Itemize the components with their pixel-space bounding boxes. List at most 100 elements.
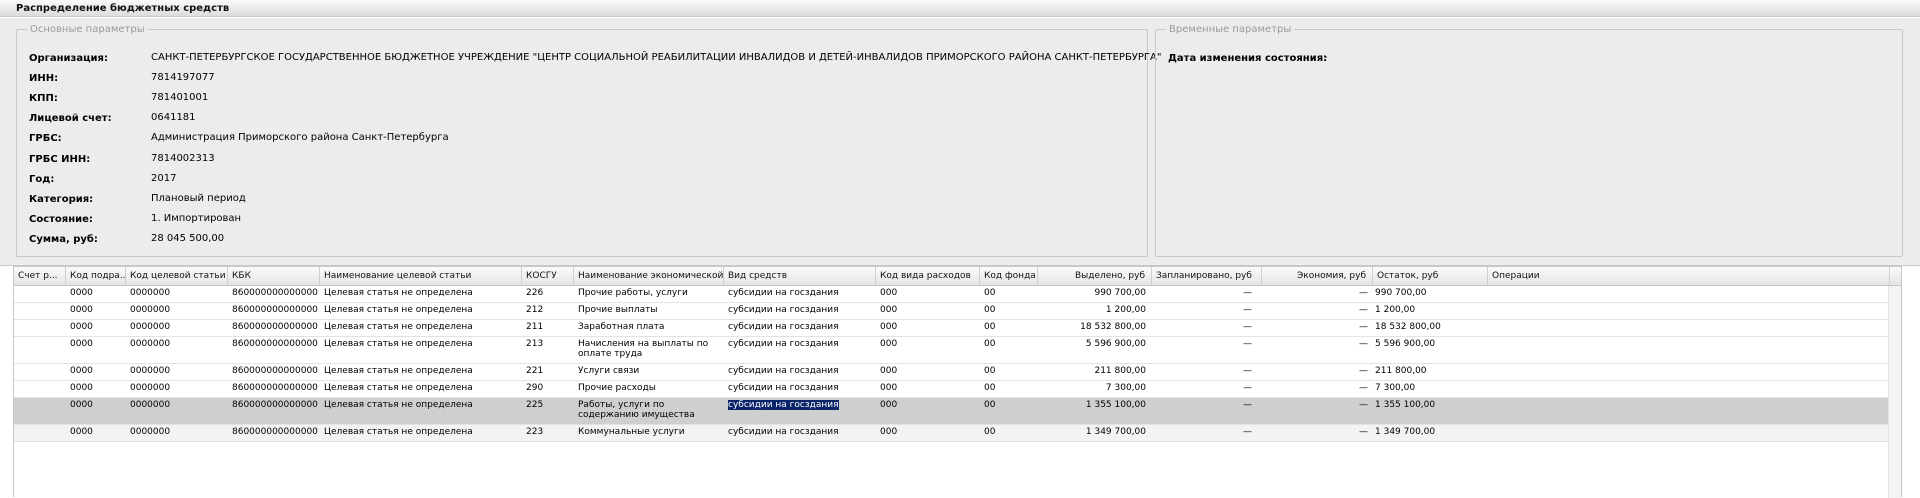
table-row[interactable]: 0000 0000000 860000000000000... Целевая ста… [14,337,1889,364]
cell-cel: 0000000 [130,305,171,315]
cell-podr: 0000 [70,339,93,349]
cell-ekonom: — [1359,427,1368,437]
column-header-10[interactable]: Выделено, руб [1038,267,1152,285]
table-row[interactable]: 0000 0000000 860000000000000... Целевая ста… [14,398,1889,425]
cell-podr: 0000 [70,322,93,332]
cell-ekonom: — [1359,288,1368,298]
cell-vid: субсидии на госздания [728,366,839,376]
cell-vid-selected[interactable]: субсидии на госздания [728,400,839,410]
cell-naim-ek: Прочие выплаты [578,305,658,315]
cell-vydeleno: 7 300,00 [1105,383,1146,393]
column-header-9[interactable]: Код фонда [980,267,1038,285]
window-title: Распределение бюджетных средств [0,0,1920,17]
field-inn-label: ИНН: [29,73,59,85]
cell-kosgu: 290 [526,383,544,393]
cell-kosgu: 225 [526,400,544,410]
column-header-11[interactable]: Запланировано, руб [1152,267,1262,285]
cell-kbk: 860000000000000... [232,400,318,410]
cell-fond: 00 [984,305,996,315]
cell-vid: субсидии на госздания [728,322,839,332]
field-state-value: 1. Импортирован [151,212,242,224]
cell-vid: субсидии на госздания [728,288,839,298]
table-row[interactable]: 0000 0000000 860000000000000... Целевая ста… [14,286,1889,303]
field-sum-label: Сумма, руб: [29,233,98,245]
field-kpp-label: КПП: [29,93,58,105]
cell-zaplan: — [1243,305,1252,315]
column-header-13[interactable]: Остаток, руб [1373,267,1488,285]
cell-cel: 0000000 [130,339,171,349]
cell-naim-ek: Коммунальные услуги [578,427,685,437]
cell-ekonom: — [1359,366,1368,376]
column-header-8[interactable]: Код вида расходов [876,267,980,285]
cell-zaplan: — [1243,288,1252,298]
cell-cel: 0000000 [130,427,171,437]
column-header-5[interactable]: КОСГУ [522,267,574,285]
column-header-4[interactable]: Наименование целевой статьи [320,267,522,285]
field-organization-value: САНКТ-ПЕТЕРБУРГСКОЕ ГОСУДАРСТВЕННОЕ БЮДЖ… [151,52,1162,63]
cell-kbk: 860000000000000... [232,366,318,376]
cell-zaplan: — [1243,383,1252,393]
grid-vertical-scrollbar[interactable] [1888,286,1901,498]
field-state-change-date-label: Дата изменения состояния: [1168,53,1328,64]
field-account-label: Лицевой счет: [29,113,112,125]
cell-vid: субсидии на госздания [728,383,839,393]
cell-naim-ek: Прочие расходы [578,383,656,393]
column-header-1[interactable]: Код подра... [66,267,126,285]
cell-kbk: 860000000000000... [232,322,318,332]
cell-kosgu: 226 [526,288,544,298]
cell-zaplan: — [1243,322,1252,332]
field-state-change-date-value: - [1324,52,1328,63]
cell-fond: 00 [984,427,996,437]
cell-kosgu: 213 [526,339,544,349]
column-header-14[interactable]: Операции [1488,267,1890,285]
cell-podr: 0000 [70,288,93,298]
cell-fond: 00 [984,383,996,393]
cell-ostatok: 18 532 800,00 [1375,322,1441,332]
column-header-6[interactable]: Наименование экономической ... [574,267,724,285]
cell-kbk: 860000000000000... [232,427,318,437]
cell-ostatok: 7 300,00 [1375,383,1416,393]
cell-vydeleno: 18 532 800,00 [1080,322,1146,332]
table-row[interactable]: 0000 0000000 860000000000000... Целевая ста… [14,303,1889,320]
table-row[interactable]: 0000 0000000 860000000000000... Целевая ста… [14,364,1889,381]
cell-kosgu: 221 [526,366,544,376]
cell-zaplan: — [1243,427,1252,437]
cell-fond: 00 [984,288,996,298]
cell-vydeleno: 1 349 700,00 [1085,427,1146,437]
cell-podr: 0000 [70,366,93,376]
column-header-3[interactable]: КБК [228,267,320,285]
cell-ekonom: — [1359,339,1368,349]
main-parameters-legend: Основные параметры [30,24,145,35]
cell-vydeleno: 211 800,00 [1094,366,1146,376]
column-header-12[interactable]: Экономия, руб [1262,267,1373,285]
cell-kvr: 000 [880,322,898,332]
cell-vid: субсидии на госздания [728,400,874,410]
cell-naim-cel: Целевая статья не определена [324,366,473,376]
cell-fond: 00 [984,322,996,332]
cell-podr: 0000 [70,383,93,393]
field-grbs-label: ГРБС: [29,133,62,145]
cell-kosgu: 211 [526,322,544,332]
table-row[interactable]: 0000 0000000 860000000000000... Целевая ста… [14,381,1889,398]
field-state-label: Состояние: [29,213,93,225]
field-year-label: Год: [29,173,55,185]
cell-naim-cel: Целевая статья не определена [324,322,473,332]
cell-zaplan: — [1243,400,1252,410]
field-grbs-value: Администрация Приморского района Санкт-П… [151,132,449,144]
column-header-0[interactable]: Счет р... [14,267,66,285]
cell-vydeleno: 1 200,00 [1105,305,1146,315]
cell-naim-ek: Заработная плата [578,322,665,332]
cell-cel: 0000000 [130,322,171,332]
field-kpp-value: 781401001 [151,92,209,104]
cell-kvr: 000 [880,427,898,437]
column-header-2[interactable]: Код целевой статьи [126,267,228,285]
table-row[interactable]: 0000 0000000 860000000000000... Целевая ста… [14,320,1889,337]
field-category-value: Плановый период [151,192,246,204]
column-header-7[interactable]: Вид средств [724,267,876,285]
field-grbs-inn-value: 7814002313 [151,152,215,164]
cell-naim-cel: Целевая статья не определена [324,400,473,410]
cell-vydeleno: 1 355 100,00 [1085,400,1146,410]
table-row[interactable]: 0000 0000000 860000000000000... Целевая ста… [14,425,1889,442]
cell-naim-cel: Целевая статья не определена [324,305,473,315]
field-year-value: 2017 [151,172,177,184]
